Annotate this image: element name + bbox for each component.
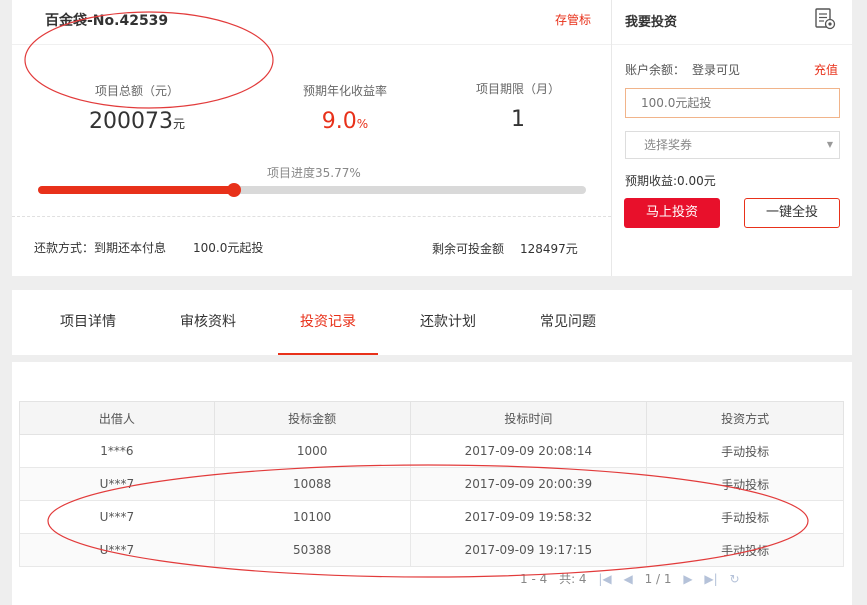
tab-faq[interactable]: 常见问题 [518,290,618,355]
stat-total-amount: 项目总额（元） 200073元 [47,82,227,134]
cell-time: 2017-09-09 19:58:32 [409,500,648,534]
title-divider [12,44,611,45]
first-page-icon[interactable]: |◀ [598,572,611,586]
tab-investment-records[interactable]: 投资记录 [278,290,378,355]
invest-panel: 我要投资 账户余额： 登录可见 充值 选择奖券 ▼ 预期收益:0.00元 马上投… [611,0,852,276]
table-row: 1***6 1000 2017-09-09 20:08:14 手动投标 [19,434,844,468]
cell-amount: 10100 [213,500,411,534]
records-panel: 出借人 投标金额 投标时间 投资方式 1***6 1000 2017-09-09… [12,362,852,605]
cell-lender: U***7 [19,533,215,567]
stat-label: 项目期限（月） [475,82,560,96]
coupon-select-value: 选择奖券 [644,138,693,152]
cell-method: 手动投标 [646,500,844,534]
annual-rate-unit: % [356,117,369,131]
expected-income: 预期收益:0.00元 [625,174,716,188]
cell-time: 2017-09-09 20:00:39 [409,467,648,501]
tab-audit-materials[interactable]: 审核资料 [158,290,258,355]
cell-lender: U***7 [19,500,215,534]
cell-method: 手动投标 [646,533,844,567]
cell-method: 手动投标 [646,434,844,468]
invest-now-button[interactable]: 马上投资 [624,198,720,228]
dashed-divider [12,216,611,217]
column-header-amount: 投标金额 [213,401,411,435]
column-header-time: 投标时间 [409,401,648,435]
table-row: U***7 10088 2017-09-09 20:00:39 手动投标 [19,467,844,501]
project-title: 百金袋-No.42539 [45,13,169,29]
remain-label: 剩余可投金额 [432,242,505,256]
repay-method: 还款方式：到期还本付息 [34,241,167,255]
table-row: U***7 50388 2017-09-09 19:17:15 手动投标 [19,533,844,567]
progress-label: 项目进度35.77% [267,166,361,180]
stat-label: 预期年化收益率 [302,84,387,98]
pager-range: 1 - 4 [520,572,548,586]
last-page-icon[interactable]: ▶| [704,572,717,586]
progress-fill [38,186,235,194]
detail-tabs: 项目详情 审核资料 投资记录 还款计划 常见问题 [12,290,852,355]
cell-time: 2017-09-09 20:08:14 [409,434,648,468]
table-header-row: 出借人 投标金额 投标时间 投资方式 [19,401,844,435]
table-row: U***7 10100 2017-09-09 19:58:32 手动投标 [19,500,844,534]
pager-total: 共: 4 [559,572,587,586]
cell-time: 2017-09-09 19:17:15 [409,533,648,567]
cell-lender: 1***6 [19,434,215,468]
cell-amount: 50388 [213,533,411,567]
cell-amount: 10088 [213,467,411,501]
invest-all-button[interactable]: 一键全投 [744,198,840,228]
stat-value: 200073元 [47,109,227,134]
recharge-link[interactable]: 充值 [814,61,838,78]
min-bid: 100.0元起投 [193,241,264,255]
custody-tag: 存管标 [554,13,591,27]
stat-value: 1 [428,107,608,132]
annual-rate-value: 9.0 [321,109,357,134]
total-amount-value: 200073 [89,109,173,134]
progress-bar [38,183,586,197]
stat-annual-rate: 预期年化收益率 9.0% [255,82,435,134]
pager-page: 1 / 1 [644,572,672,586]
coupon-select[interactable]: 选择奖券 ▼ [625,131,840,159]
refresh-icon[interactable]: ↻ [730,572,740,586]
cell-lender: U***7 [19,467,215,501]
chevron-down-icon: ▼ [826,140,833,149]
cell-amount: 1000 [213,434,411,468]
balance-label: 账户余额： [625,63,686,77]
pagination: 1 - 4 共: 4 |◀ ◀ 1 / 1 ▶ ▶| ↻ [520,570,748,587]
invest-amount-input[interactable] [625,88,840,118]
prev-page-icon[interactable]: ◀ [624,572,633,586]
tab-project-details[interactable]: 项目详情 [38,290,138,355]
investment-records-table: 出借人 投标金额 投标时间 投资方式 1***6 1000 2017-09-09… [19,401,844,567]
stat-label: 项目总额（元） [94,84,179,98]
invest-title: 我要投资 [625,15,678,30]
progress-knob [227,183,242,197]
column-header-method: 投资方式 [646,401,844,435]
calculator-icon[interactable] [814,8,836,30]
cell-method: 手动投标 [646,467,844,501]
balance-value: 登录可见 [692,63,741,77]
total-amount-unit: 元 [172,117,185,131]
stat-term: 项目期限（月） 1 [428,80,608,132]
term-value: 1 [511,107,525,132]
remain-value: 128497元 [520,242,578,256]
column-header-lender: 出借人 [19,401,215,435]
stat-value: 9.0% [255,109,435,134]
project-panel: 百金袋-No.42539 存管标 项目总额（元） 200073元 预期年化收益率… [12,0,611,276]
tab-repayment-plan[interactable]: 还款计划 [398,290,498,355]
title-divider [612,44,852,45]
next-page-icon[interactable]: ▶ [683,572,692,586]
